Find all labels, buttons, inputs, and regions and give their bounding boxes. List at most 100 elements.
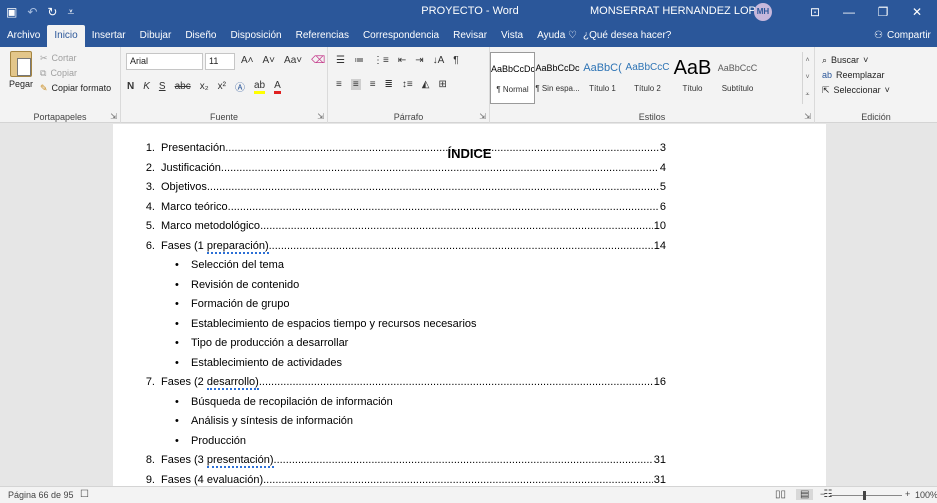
font-size-box[interactable]: 11 — [205, 53, 235, 70]
list-item[interactable]: • Formación de grupo — [175, 296, 289, 312]
tab-disposicion[interactable]: Disposición — [223, 24, 288, 47]
tab-vista[interactable]: Vista — [494, 24, 530, 47]
toc-entry[interactable]: 1. Presentación 3 — [141, 140, 666, 156]
tell-me-box[interactable]: ♡ ¿Qué desea hacer? — [568, 24, 671, 47]
gallery-more-icon[interactable]: ⩡ — [803, 86, 812, 103]
style-item[interactable]: AaBbCcDc ¶ Normal — [490, 52, 535, 104]
document-page[interactable]: ÍNDICE 1.Presentación32.Justificación43.… — [113, 124, 826, 486]
font-launcher-icon[interactable]: ⇲ — [317, 112, 324, 121]
style-item[interactable]: AaBbCcC Subtítulo — [715, 52, 760, 104]
toc-entry[interactable]: 4. Marco teórico 6 — [141, 199, 666, 215]
styles-launcher-icon[interactable]: ⇲ — [804, 112, 811, 121]
cut-button[interactable]: ✂ Cortar — [40, 51, 111, 66]
bullets-icon[interactable]: ☰ — [336, 55, 345, 66]
decrease-indent-icon[interactable]: ⇤ — [398, 55, 406, 66]
grow-font-icon[interactable]: A˄ — [241, 55, 254, 66]
bold-icon[interactable]: N — [127, 81, 134, 92]
toc-entry[interactable]: 6. Fases (1 preparación) 14 — [141, 238, 666, 254]
replace-button[interactable]: ab Reemplazar — [822, 68, 890, 83]
strikethrough-icon[interactable]: abc — [175, 81, 191, 92]
list-item[interactable]: • Tipo de producción a desarrollar — [175, 335, 348, 351]
toc-entry[interactable]: 9. Fases (4 evaluación) 31 — [141, 472, 666, 486]
list-item[interactable]: • Producción — [175, 433, 246, 449]
underline-icon[interactable]: S — [159, 81, 166, 92]
save-icon[interactable]: ▣ — [6, 5, 17, 19]
paragraph-launcher-icon[interactable]: ⇲ — [479, 112, 486, 121]
increase-indent-icon[interactable]: ⇥ — [415, 55, 423, 66]
toc-entry[interactable]: 2. Justificación 4 — [141, 160, 666, 176]
style-item[interactable]: AaB Título — [670, 52, 715, 104]
styles-gallery-scroll[interactable]: ˄ ˅ ⩡ — [802, 52, 812, 104]
pilcrow-icon[interactable]: ¶ — [453, 55, 458, 66]
tab-archivo[interactable]: Archivo — [0, 24, 47, 47]
toc-entry[interactable]: 5. Marco metodológico 10 — [141, 218, 666, 234]
print-layout-icon[interactable]: ▤ — [796, 489, 814, 500]
tab-insertar[interactable]: Insertar — [85, 24, 133, 47]
shading-icon[interactable]: ◭ — [422, 79, 430, 90]
tab-ayuda[interactable]: Ayuda — [530, 24, 572, 47]
gallery-down-icon[interactable]: ˅ — [803, 69, 812, 86]
font-name-box[interactable]: Arial — [126, 53, 203, 70]
share-button[interactable]: ⚇ Compartir — [874, 24, 931, 47]
superscript-icon[interactable]: x² — [218, 81, 226, 92]
avatar[interactable]: MH — [754, 3, 772, 21]
tab-diseno[interactable]: Diseño — [178, 24, 223, 47]
align-right-icon[interactable]: ≡ — [370, 79, 376, 90]
sort-icon[interactable]: ↓A — [433, 55, 445, 66]
format-painter-button[interactable]: ✎ Copiar formato — [40, 81, 111, 96]
tab-correspondencia[interactable]: Correspondencia — [356, 24, 446, 47]
select-button[interactable]: ⇱ Seleccionar ˅ — [822, 83, 890, 98]
style-item[interactable]: AaBbCcDc ¶ Sin espa... — [535, 52, 580, 104]
zoom-out-icon[interactable]: − — [820, 489, 825, 499]
multilevel-list-icon[interactable]: ⋮≡ — [373, 55, 389, 66]
italic-icon[interactable]: K — [143, 81, 150, 92]
list-item[interactable]: • Establecimiento de espacios tiempo y re… — [175, 316, 477, 332]
zoom-level[interactable]: 100% — [915, 490, 937, 500]
change-case-icon[interactable]: Aa˅ — [284, 55, 302, 66]
style-item[interactable]: AaBbCcC Título 2 — [625, 52, 670, 104]
justify-icon[interactable]: ≣ — [385, 79, 393, 90]
customize-qat-icon[interactable]: ⩡ — [67, 5, 74, 20]
borders-icon[interactable]: ⊞ — [438, 79, 446, 90]
zoom-in-icon[interactable]: + — [905, 489, 910, 499]
toc-entry[interactable]: 8. Fases (3 presentación) 31 — [141, 452, 666, 468]
read-mode-icon[interactable]: ▯▯ — [775, 489, 786, 500]
tab-revisar[interactable]: Revisar — [446, 24, 494, 47]
align-left-icon[interactable]: ≡ — [336, 79, 342, 90]
numbering-icon[interactable]: ≔ — [354, 55, 364, 66]
list-item[interactable]: • Revisión de contenido — [175, 277, 299, 293]
text-effects-icon[interactable]: Ⓐ — [235, 79, 245, 94]
align-center-icon[interactable]: ≡ — [350, 79, 361, 90]
gallery-up-icon[interactable]: ˄ — [803, 52, 812, 69]
list-item[interactable]: • Selección del tema — [175, 257, 284, 273]
zoom-slider-handle[interactable] — [863, 491, 866, 500]
ribbon-display-options-icon[interactable]: ⊡ — [798, 0, 832, 24]
list-item[interactable]: • Análisis y síntesis de información — [175, 413, 353, 429]
line-spacing-icon[interactable]: ↕≡ — [402, 79, 413, 90]
redo-icon[interactable]: ↻ — [47, 5, 57, 19]
toc-entry[interactable]: 7. Fases (2 desarrollo) 16 — [141, 374, 666, 390]
tab-referencias[interactable]: Referencias — [289, 24, 356, 47]
undo-icon[interactable]: ↶ — [27, 5, 37, 19]
user-name[interactable]: MONSERRAT HERNANDEZ LOPEZ — [590, 5, 770, 17]
style-item[interactable]: AaBbC(Título 1 — [580, 52, 625, 104]
highlight-color-icon[interactable]: ab — [253, 80, 266, 94]
minimize-icon[interactable]: — — [832, 0, 866, 24]
maximize-icon[interactable]: ❐ — [866, 0, 900, 24]
paste-button[interactable]: Pegar — [6, 51, 36, 89]
list-item[interactable]: • Búsqueda de recopilación de información — [175, 394, 393, 410]
clear-formatting-icon[interactable]: ⌫ — [311, 55, 325, 66]
toc-entry[interactable]: 3. Objetivos 5 — [141, 179, 666, 195]
list-item[interactable]: • Establecimiento de actividades — [175, 355, 342, 371]
zoom-slider[interactable] — [830, 491, 902, 500]
page-count[interactable]: Página 66 de 95 — [8, 490, 74, 500]
find-button[interactable]: ⌕ Buscar ˅ — [822, 53, 890, 68]
close-icon[interactable]: ✕ — [900, 0, 934, 24]
proofing-icon[interactable]: ☐ — [80, 489, 89, 500]
tab-dibujar[interactable]: Dibujar — [133, 24, 179, 47]
clipboard-launcher-icon[interactable]: ⇲ — [110, 112, 117, 121]
tab-inicio[interactable]: Inicio — [47, 25, 85, 47]
copy-button[interactable]: ⧉ Copiar — [40, 66, 111, 81]
subscript-icon[interactable]: x₂ — [200, 81, 209, 92]
font-color-icon[interactable]: A — [274, 80, 281, 94]
